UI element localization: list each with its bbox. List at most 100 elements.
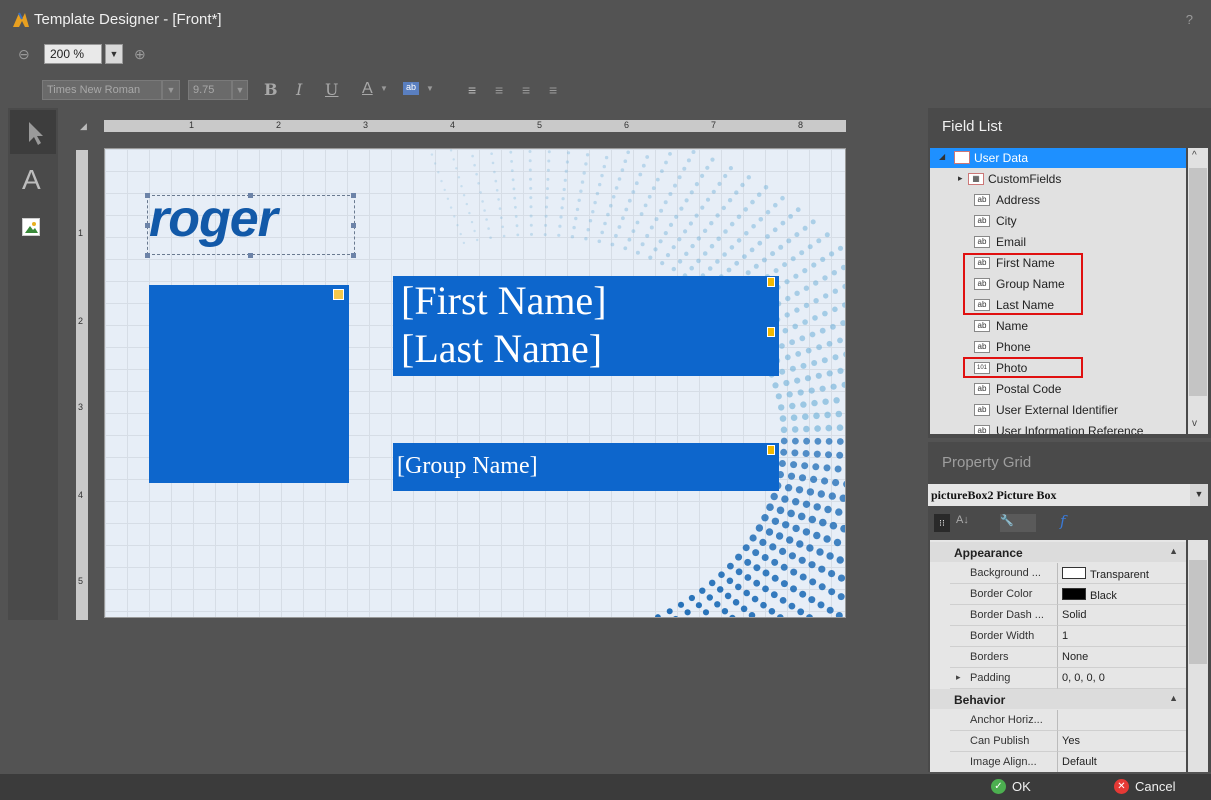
property-value[interactable]: Transparent [1058, 563, 1186, 584]
font-color-button[interactable]: A [362, 80, 373, 98]
property-value[interactable]: Yes [1058, 731, 1186, 752]
property-row[interactable]: Anchor Horiz... [930, 710, 1186, 731]
property-value[interactable]: 0, 0, 0, 0 [1058, 668, 1186, 689]
properties-icon[interactable]: 🔧 [1000, 514, 1036, 532]
property-row[interactable]: Borders None [930, 647, 1186, 668]
alphabetical-icon[interactable]: A↓ [956, 514, 969, 526]
smart-tag-icon[interactable] [767, 327, 775, 337]
decor-dot [543, 233, 547, 237]
collapse-icon[interactable]: ▲ [1169, 693, 1178, 703]
cancel-button[interactable]: ✕ Cancel [1100, 776, 1200, 798]
text-tool-icon[interactable]: A [22, 164, 41, 196]
decor-dot [658, 239, 663, 244]
first-name-field[interactable]: [First Name] [401, 277, 607, 324]
smart-tag-icon[interactable] [333, 289, 344, 300]
align-center-icon[interactable]: ≡ [495, 82, 503, 98]
last-name-field[interactable]: [Last Name] [401, 325, 602, 372]
ok-button[interactable]: ✓ OK [986, 776, 1076, 798]
scroll-up-icon[interactable]: ^ [1192, 150, 1197, 161]
collapse-icon[interactable]: ◢ [939, 152, 945, 161]
field-list-item[interactable]: ab User External Identifier [930, 400, 1186, 420]
help-button[interactable]: ? [1186, 12, 1193, 27]
font-family-select[interactable]: Times New Roman [42, 80, 162, 100]
group-name-field[interactable]: [Group Name] [397, 453, 538, 480]
decor-dot [832, 479, 840, 487]
resize-handle[interactable] [145, 223, 150, 228]
object-selector[interactable]: pictureBox2 Picture Box [928, 484, 1190, 506]
back-color-button[interactable]: ab [403, 82, 419, 95]
resize-handle[interactable] [351, 223, 356, 228]
scrollbar-thumb[interactable] [1189, 168, 1207, 396]
field-list-item[interactable]: ▸ ▦ CustomFields [930, 169, 1186, 189]
smart-tag-icon[interactable] [767, 277, 775, 287]
design-surface[interactable]: roger [First Name] [Last Name] [Group Na… [104, 148, 846, 618]
property-category[interactable]: Behavior ▲ [930, 689, 1186, 709]
property-row[interactable]: Border Width 1 [930, 626, 1186, 647]
chevron-down-icon[interactable]: ▼ [380, 84, 388, 93]
property-grid[interactable]: Appearance ▲ Background ... Transparent Bord… [930, 540, 1186, 772]
field-list-item[interactable]: ab Address [930, 190, 1186, 210]
property-grid-scrollbar[interactable] [1188, 540, 1208, 772]
function-icon[interactable]: f [1060, 512, 1066, 530]
justify-icon[interactable]: ≡ [549, 82, 557, 98]
resize-handle[interactable] [351, 253, 356, 258]
property-value[interactable]: Black [1058, 584, 1186, 605]
underline-button[interactable]: U [325, 80, 338, 99]
property-value[interactable]: None [1058, 647, 1186, 668]
decor-dot [788, 214, 793, 219]
resize-handle[interactable] [145, 253, 150, 258]
resize-handle[interactable] [145, 193, 150, 198]
field-list-item[interactable]: ab Postal Code [930, 379, 1186, 399]
property-value[interactable]: 1 [1058, 626, 1186, 647]
decor-dot [609, 203, 613, 208]
decor-dot [793, 273, 799, 279]
font-size-select[interactable]: 9.75 [188, 80, 232, 100]
resize-handle[interactable] [248, 253, 253, 258]
property-row[interactable]: Border Color Black [930, 584, 1186, 605]
chevron-down-icon[interactable]: ▼ [426, 84, 434, 93]
field-list-item[interactable]: ab Email [930, 232, 1186, 252]
chevron-down-icon[interactable]: ▼ [1190, 484, 1208, 506]
decor-dot [724, 592, 732, 600]
scrollbar-thumb[interactable] [1189, 560, 1207, 664]
zoom-input[interactable]: 200 % [44, 44, 102, 64]
property-category-label: Appearance [954, 546, 1023, 560]
zoom-out-icon[interactable]: ⊖ [18, 46, 30, 63]
decor-dot [727, 198, 733, 203]
smart-tag-icon[interactable] [767, 445, 775, 455]
chevron-down-icon[interactable]: ▼ [105, 44, 123, 64]
pointer-tool[interactable] [10, 110, 56, 154]
chevron-down-icon[interactable]: ▼ [162, 80, 180, 100]
property-row[interactable]: Image Align... Default [930, 752, 1186, 772]
property-value[interactable]: Solid [1058, 605, 1186, 626]
property-category[interactable]: Appearance ▲ [930, 542, 1186, 562]
expand-icon[interactable]: ▸ [956, 672, 961, 683]
tree-root-user-data[interactable]: ◢ User Data [930, 148, 1186, 168]
property-row[interactable]: Border Dash ... Solid [930, 605, 1186, 626]
resize-handle[interactable] [351, 193, 356, 198]
bold-button[interactable]: B [264, 80, 278, 99]
scroll-down-icon[interactable]: v [1192, 418, 1197, 429]
property-row[interactable]: Can Publish Yes [930, 731, 1186, 752]
photo-picture-box[interactable] [149, 285, 349, 483]
collapse-icon[interactable]: ▲ [1169, 546, 1178, 556]
field-list-item[interactable]: ab City [930, 211, 1186, 231]
property-row[interactable]: Background ... Transparent [930, 563, 1186, 584]
italic-button[interactable]: I [296, 80, 302, 99]
property-value[interactable]: Default [1058, 752, 1186, 772]
property-value[interactable] [1058, 710, 1186, 731]
decor-dot [826, 370, 833, 377]
picture-tool-icon[interactable] [22, 218, 40, 236]
zoom-in-icon[interactable]: ⊕ [134, 46, 146, 63]
chevron-down-icon[interactable]: ▼ [232, 80, 248, 100]
resize-handle[interactable] [248, 193, 253, 198]
decor-dot [688, 594, 696, 602]
align-left-icon[interactable]: ≡ [468, 82, 476, 98]
property-row[interactable]: Padding ▸ 0, 0, 0, 0 [930, 668, 1186, 689]
expand-icon[interactable]: ▸ [958, 173, 963, 184]
align-right-icon[interactable]: ≡ [522, 82, 530, 98]
field-list-item[interactable]: ab User Information Reference [930, 421, 1186, 434]
field-list-item[interactable]: ab Phone [930, 337, 1186, 357]
categorized-icon[interactable]: ⁝⁝ [934, 514, 950, 532]
field-list-item[interactable]: ab Name [930, 316, 1186, 336]
